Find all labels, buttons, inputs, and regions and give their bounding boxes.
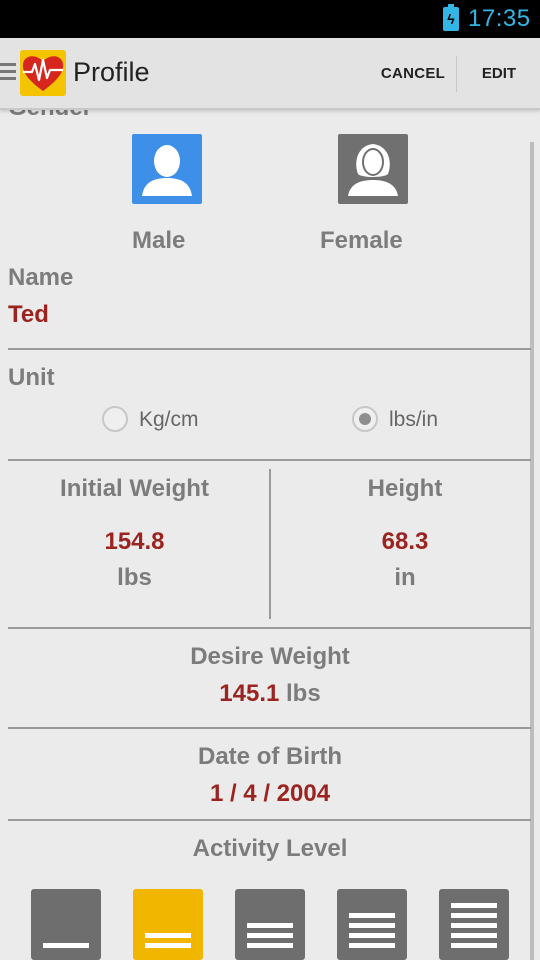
name-value[interactable]: Ted	[8, 301, 49, 329]
desire-weight-row[interactable]: 145.1 lbs	[0, 680, 540, 708]
unit-option-lbs-in[interactable]: lbs/in	[389, 408, 438, 432]
gender-label: Gender	[8, 110, 92, 122]
unit-label: Unit	[8, 364, 55, 391]
male-avatar-icon[interactable]	[132, 134, 202, 204]
radio-kg-cm[interactable]	[102, 406, 128, 432]
initial-weight-unit: lbs	[117, 564, 152, 591]
action-bar: Profile CANCEL EDIT	[0, 38, 540, 110]
activity-level-3-button[interactable]	[235, 889, 305, 960]
name-label: Name	[8, 264, 74, 291]
activity-level-label: Activity Level	[192, 835, 348, 862]
divider	[8, 727, 531, 729]
status-bar: ϟ 17:35	[0, 0, 540, 38]
initial-weight-label: Initial Weight	[60, 475, 209, 502]
divider	[8, 348, 531, 350]
drawer-menu-icon[interactable]	[0, 63, 16, 85]
height-unit: in	[394, 564, 416, 591]
divider	[8, 459, 531, 461]
height-value[interactable]: 68.3	[271, 528, 539, 556]
action-divider	[456, 56, 457, 92]
activity-level-5-button[interactable]	[439, 889, 509, 960]
initial-weight-value[interactable]: 154.8	[8, 528, 261, 556]
radio-lbs-in[interactable]	[352, 406, 378, 432]
desire-weight-unit: lbs	[286, 680, 321, 707]
female-avatar-icon[interactable]	[338, 134, 408, 204]
unit-option-kg-cm[interactable]: Kg/cm	[139, 408, 199, 432]
dob-label: Date of Birth	[198, 743, 342, 770]
female-label[interactable]: Female	[320, 227, 403, 255]
activity-level-1-button[interactable]	[31, 889, 101, 960]
dob-value[interactable]: 1 / 4 / 2004	[0, 780, 540, 808]
desire-weight-value[interactable]: 145.1	[219, 680, 279, 707]
height-label: Height	[367, 475, 443, 502]
page-title: Profile	[73, 57, 150, 87]
edit-button[interactable]: EDIT	[458, 38, 540, 110]
heart-pulse-icon[interactable]	[20, 50, 66, 96]
divider	[8, 819, 531, 821]
activity-level-4-button[interactable]	[337, 889, 407, 960]
cancel-button[interactable]: CANCEL	[370, 38, 456, 110]
activity-level-2-button[interactable]	[133, 889, 203, 960]
status-clock: 17:35	[468, 5, 531, 32]
male-label[interactable]: Male	[132, 227, 185, 255]
battery-charging-icon: ϟ	[443, 4, 459, 31]
divider	[8, 627, 531, 629]
desire-weight-label: Desire Weight	[190, 643, 350, 670]
profile-content[interactable]: Gender Male Female Name Ted Unit Kg/cm l…	[0, 110, 540, 960]
